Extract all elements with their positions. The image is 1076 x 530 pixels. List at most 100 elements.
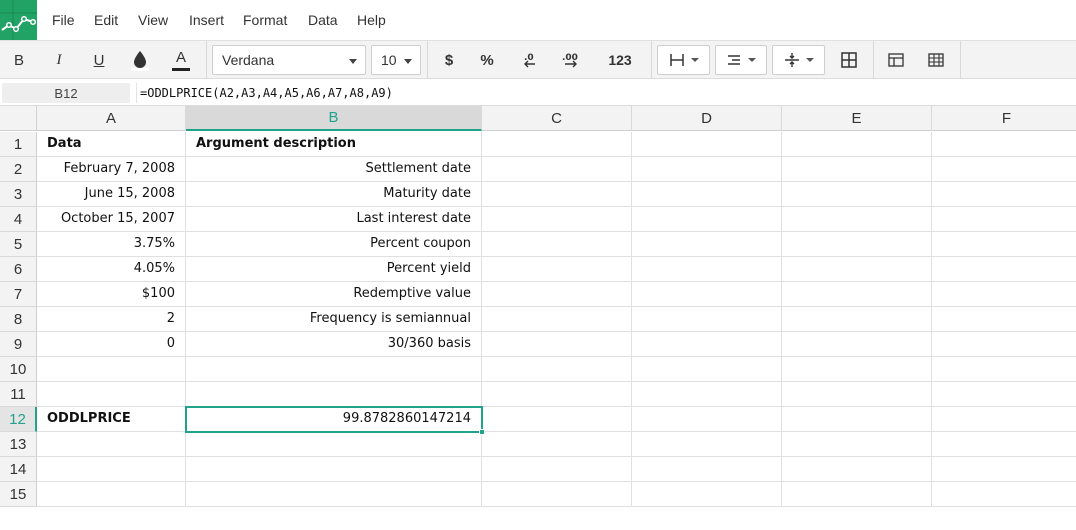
cell-a3[interactable]: June 15, 2008: [37, 182, 186, 207]
cell-c12[interactable]: [482, 407, 632, 432]
cell-c6[interactable]: [482, 257, 632, 282]
name-box[interactable]: B12: [2, 83, 130, 103]
column-header-e[interactable]: E: [782, 106, 932, 131]
row-header-2[interactable]: 2: [0, 157, 37, 182]
cell-f15[interactable]: [932, 482, 1076, 507]
fill-color-button[interactable]: [125, 41, 155, 79]
row-header-9[interactable]: 9: [0, 332, 37, 357]
menu-data[interactable]: Data: [308, 12, 338, 28]
cell-c7[interactable]: [482, 282, 632, 307]
cell-e14[interactable]: [782, 457, 932, 482]
row-header-13[interactable]: 13: [0, 432, 37, 457]
cell-d15[interactable]: [632, 482, 782, 507]
fill-handle[interactable]: [479, 429, 485, 435]
cell-e6[interactable]: [782, 257, 932, 282]
row-header-10[interactable]: 10: [0, 357, 37, 382]
cell-c3[interactable]: [482, 182, 632, 207]
select-all-corner[interactable]: [0, 106, 37, 131]
cell-b3[interactable]: Maturity date: [186, 182, 482, 207]
cell-c14[interactable]: [482, 457, 632, 482]
cell-f5[interactable]: [932, 232, 1076, 257]
cell-e9[interactable]: [782, 332, 932, 357]
cell-f11[interactable]: [932, 382, 1076, 407]
menu-file[interactable]: File: [52, 12, 75, 28]
cell-f14[interactable]: [932, 457, 1076, 482]
cell-d6[interactable]: [632, 257, 782, 282]
cell-a13[interactable]: [37, 432, 186, 457]
cell-b15[interactable]: [186, 482, 482, 507]
cell-e3[interactable]: [782, 182, 932, 207]
row-header-14[interactable]: 14: [0, 457, 37, 482]
cell-d14[interactable]: [632, 457, 782, 482]
cell-f4[interactable]: [932, 207, 1076, 232]
cell-f12[interactable]: [932, 407, 1076, 432]
underline-button[interactable]: U: [84, 41, 114, 79]
cell-e4[interactable]: [782, 207, 932, 232]
align-dropdown[interactable]: [715, 45, 767, 75]
cell-c10[interactable]: [482, 357, 632, 382]
percent-format-button[interactable]: %: [472, 41, 502, 79]
cell-e10[interactable]: [782, 357, 932, 382]
cell-a15[interactable]: [37, 482, 186, 507]
cell-a12[interactable]: ODDLPRICE: [37, 407, 186, 432]
cell-c4[interactable]: [482, 207, 632, 232]
column-header-d[interactable]: D: [632, 106, 782, 131]
cell-d5[interactable]: [632, 232, 782, 257]
cell-f10[interactable]: [932, 357, 1076, 382]
cell-e5[interactable]: [782, 232, 932, 257]
cell-b14[interactable]: [186, 457, 482, 482]
cell-d7[interactable]: [632, 282, 782, 307]
row-header-8[interactable]: 8: [0, 307, 37, 332]
cell-e12[interactable]: [782, 407, 932, 432]
cell-f8[interactable]: [932, 307, 1076, 332]
cell-f9[interactable]: [932, 332, 1076, 357]
row-header-11[interactable]: 11: [0, 382, 37, 407]
cell-a10[interactable]: [37, 357, 186, 382]
row-header-3[interactable]: 3: [0, 182, 37, 207]
font-size-dropdown[interactable]: 10: [371, 45, 421, 75]
cell-e8[interactable]: [782, 307, 932, 332]
cell-e7[interactable]: [782, 282, 932, 307]
cell-a2[interactable]: February 7, 2008: [37, 157, 186, 182]
cell-b1[interactable]: Argument description: [186, 132, 482, 157]
cell-b12[interactable]: 99.8782860147214: [186, 407, 482, 432]
column-header-f[interactable]: F: [932, 106, 1076, 131]
cell-d9[interactable]: [632, 332, 782, 357]
cell-f7[interactable]: [932, 282, 1076, 307]
cell-b2[interactable]: Settlement date: [186, 157, 482, 182]
cell-a5[interactable]: 3.75%: [37, 232, 186, 257]
column-header-a[interactable]: A: [37, 106, 186, 131]
cell-e13[interactable]: [782, 432, 932, 457]
menu-insert[interactable]: Insert: [189, 12, 224, 28]
increase-decimal-button[interactable]: .00: [555, 41, 587, 79]
row-header-1[interactable]: 1: [0, 132, 37, 157]
cell-b10[interactable]: [186, 357, 482, 382]
italic-button[interactable]: I: [44, 41, 74, 79]
row-header-15[interactable]: 15: [0, 482, 37, 507]
cell-f6[interactable]: [932, 257, 1076, 282]
cell-d13[interactable]: [632, 432, 782, 457]
cell-d10[interactable]: [632, 357, 782, 382]
row-header-7[interactable]: 7: [0, 282, 37, 307]
cell-e15[interactable]: [782, 482, 932, 507]
cell-e2[interactable]: [782, 157, 932, 182]
cell-c15[interactable]: [482, 482, 632, 507]
cell-a7[interactable]: $100: [37, 282, 186, 307]
cell-b13[interactable]: [186, 432, 482, 457]
cell-d2[interactable]: [632, 157, 782, 182]
font-name-dropdown[interactable]: Verdana: [212, 45, 366, 75]
cell-f3[interactable]: [932, 182, 1076, 207]
cell-f1[interactable]: [932, 132, 1076, 157]
currency-format-button[interactable]: $: [434, 41, 464, 79]
cell-a4[interactable]: October 15, 2007: [37, 207, 186, 232]
cell-c13[interactable]: [482, 432, 632, 457]
cell-e1[interactable]: [782, 132, 932, 157]
cell-c5[interactable]: [482, 232, 632, 257]
cell-b11[interactable]: [186, 382, 482, 407]
table-grid-button[interactable]: [921, 41, 951, 79]
cell-a1[interactable]: Data: [37, 132, 186, 157]
cell-d1[interactable]: [632, 132, 782, 157]
decrease-decimal-button[interactable]: .0: [514, 41, 546, 79]
cell-b6[interactable]: Percent yield: [186, 257, 482, 282]
cell-b4[interactable]: Last interest date: [186, 207, 482, 232]
